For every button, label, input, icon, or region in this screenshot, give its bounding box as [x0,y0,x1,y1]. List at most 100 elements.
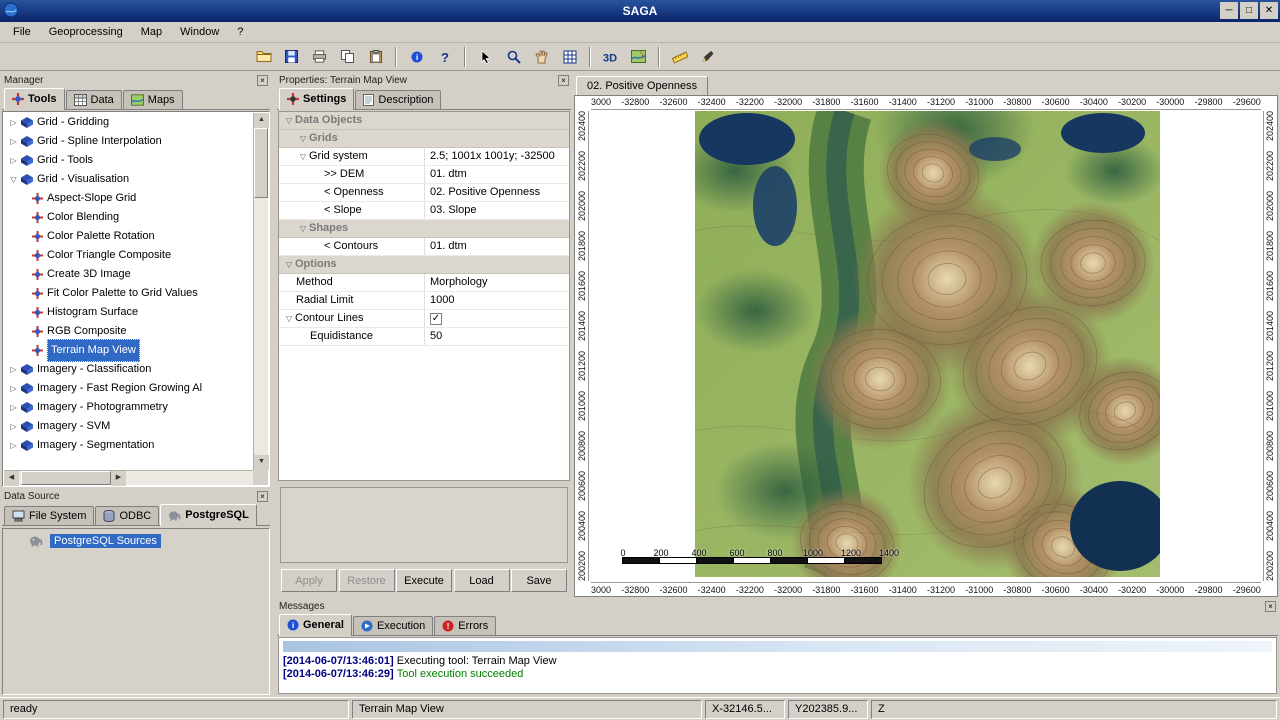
tree-library-grid-gridding[interactable]: ▷Grid - Gridding [4,113,253,132]
collapse-arrow-icon[interactable]: ▽ [297,130,309,147]
info-button[interactable]: i [403,45,430,69]
property-group-shapes[interactable]: ▽Shapes [279,220,569,238]
print-button[interactable] [306,45,333,69]
tree-library-imagery-svm[interactable]: ▷Imagery - SVM [4,417,253,436]
load-button[interactable]: Load [454,569,510,592]
tree-library-imagery-fast-region-growing-al[interactable]: ▷Imagery - Fast Region Growing Al [4,379,253,398]
tree-library-imagery-segmentation[interactable]: ▷Imagery - Segmentation [4,436,253,455]
close-icon[interactable]: ✕ [1260,2,1278,19]
property-value[interactable]: 1000 [425,292,569,309]
scroll-left-icon[interactable]: ◀ [4,471,19,486]
manager-tab-tools[interactable]: Tools [4,88,65,110]
pointer-button[interactable] [472,45,499,69]
zoom-button[interactable] [500,45,527,69]
collapse-arrow-icon[interactable]: ▽ [283,256,295,273]
scrollbar-thumb[interactable] [21,471,111,485]
expand-arrow-icon[interactable]: ▷ [7,379,20,398]
expand-arrow-icon[interactable]: ▷ [7,436,20,455]
menu-map[interactable]: Map [132,24,171,40]
datasource-tab-postgresql[interactable]: PostgreSQL [160,504,257,526]
vertical-scrollbar[interactable]: ▲ ▼ [253,113,268,470]
menu-window[interactable]: Window [171,24,228,40]
paste-button[interactable] [362,45,389,69]
view-3d-button[interactable]: 3D [597,45,624,69]
zoom-to-extent-button[interactable] [556,45,583,69]
messages-tab-errors[interactable]: !Errors [434,616,496,635]
tree-tool-aspect-slope-grid[interactable]: Aspect-Slope Grid [4,189,253,208]
scroll-up-icon[interactable]: ▲ [254,113,269,128]
scroll-right-icon[interactable]: ▶ [111,471,126,486]
tree-library-imagery-photogrammetry[interactable]: ▷Imagery - Photogrammetry [4,398,253,417]
horizontal-scrollbar[interactable]: ◀ ▶ [4,470,253,485]
property-value[interactable]: Morphology [425,274,569,291]
map-tab-positive-openness[interactable]: 02. Positive Openness [576,76,708,95]
expand-arrow-icon[interactable]: ▷ [7,151,20,170]
property-group-options[interactable]: ▽Options [279,256,569,274]
map-canvas[interactable]: 3000-32800-32600-32400-32200-32000-31800… [574,95,1278,597]
datasource-tab-odbc[interactable]: ODBC [95,506,159,525]
manager-tab-data[interactable]: Data [66,90,122,109]
properties-close-icon[interactable]: × [558,75,569,86]
open-button[interactable] [250,45,277,69]
measure-button[interactable] [666,45,693,69]
tree-tool-create-3d-image[interactable]: Create 3D Image [4,265,253,284]
expand-arrow-icon[interactable]: ▷ [7,113,20,132]
menu-file[interactable]: File [4,24,40,40]
menu-help[interactable]: ? [228,24,252,40]
tree-library-grid-spline-interpolation[interactable]: ▷Grid - Spline Interpolation [4,132,253,151]
execute-button[interactable]: Execute [396,569,452,592]
menu-geoprocessing[interactable]: Geoprocessing [40,24,132,40]
expand-arrow-icon[interactable]: ▽ [7,170,20,189]
tree-tool-color-triangle-composite[interactable]: Color Triangle Composite [4,246,253,265]
tree-library-grid-visualisation[interactable]: ▽Grid - Visualisation [4,170,253,189]
messages-close-icon[interactable]: × [1265,601,1276,612]
expand-arrow-icon[interactable]: ▷ [7,417,20,436]
expand-arrow-icon[interactable]: ▷ [7,132,20,151]
collapse-arrow-icon[interactable]: ▽ [283,112,295,129]
collapse-arrow-icon[interactable]: ▽ [297,148,309,165]
map-composer-button[interactable] [625,45,652,69]
property-value[interactable]: 01. dtm [425,238,569,255]
restore-button[interactable]: Restore [339,569,395,592]
pan-button[interactable] [528,45,555,69]
messages-tab-general[interactable]: iGeneral [279,614,352,636]
postgresql-sources-item[interactable]: PostgreSQL Sources [29,532,269,550]
save-button[interactable]: Save [511,569,567,592]
tree-tool-terrain-map-view[interactable]: Terrain Map View [4,341,253,360]
scrollbar-thumb[interactable] [254,128,268,198]
manager-close-icon[interactable]: × [257,75,268,86]
expand-arrow-icon[interactable]: ▷ [7,398,20,417]
tree-tool-histogram-surface[interactable]: Histogram Surface [4,303,253,322]
terrain-map-image[interactable] [695,111,1160,577]
property-value[interactable]: 01. dtm [425,166,569,183]
messages-tab-execution[interactable]: Execution [353,616,433,635]
properties-tab-settings[interactable]: Settings [279,88,354,110]
datasource-tab-file-system[interactable]: File System [4,506,94,525]
scroll-down-icon[interactable]: ▼ [254,455,269,470]
collapse-arrow-icon[interactable]: ▽ [297,220,309,237]
collapse-arrow-icon[interactable]: ▽ [283,310,295,327]
property-group-grids[interactable]: ▽Grids [279,130,569,148]
apply-button[interactable]: Apply [281,569,337,592]
tree-tool-color-palette-rotation[interactable]: Color Palette Rotation [4,227,253,246]
digitize-button[interactable] [694,45,721,69]
tree-library-imagery-classification[interactable]: ▷Imagery - Classification [4,360,253,379]
data-source-close-icon[interactable]: × [257,491,268,502]
copy-button[interactable] [334,45,361,69]
property-value[interactable]: ✓ [425,310,569,327]
tree-tool-fit-color-palette-to-grid-values[interactable]: Fit Color Palette to Grid Values [4,284,253,303]
property-value[interactable]: 03. Slope [425,202,569,219]
save-button[interactable] [278,45,305,69]
property-value[interactable]: 2.5; 1001x 1001y; -32500 [425,148,569,165]
minimize-icon[interactable]: ─ [1220,2,1238,19]
manager-tab-maps[interactable]: Maps [123,90,183,109]
tree-library-grid-tools[interactable]: ▷Grid - Tools [4,151,253,170]
maximize-icon[interactable]: □ [1240,2,1258,19]
expand-arrow-icon[interactable]: ▷ [7,360,20,379]
contour-lines-checkbox[interactable]: ✓ [430,313,442,325]
help-button[interactable]: ? [431,45,458,69]
tree-tool-color-blending[interactable]: Color Blending [4,208,253,227]
property-group-data-objects[interactable]: ▽Data Objects [279,112,569,130]
property-value[interactable]: 50 [425,328,569,345]
properties-tab-description[interactable]: Description [355,90,441,109]
